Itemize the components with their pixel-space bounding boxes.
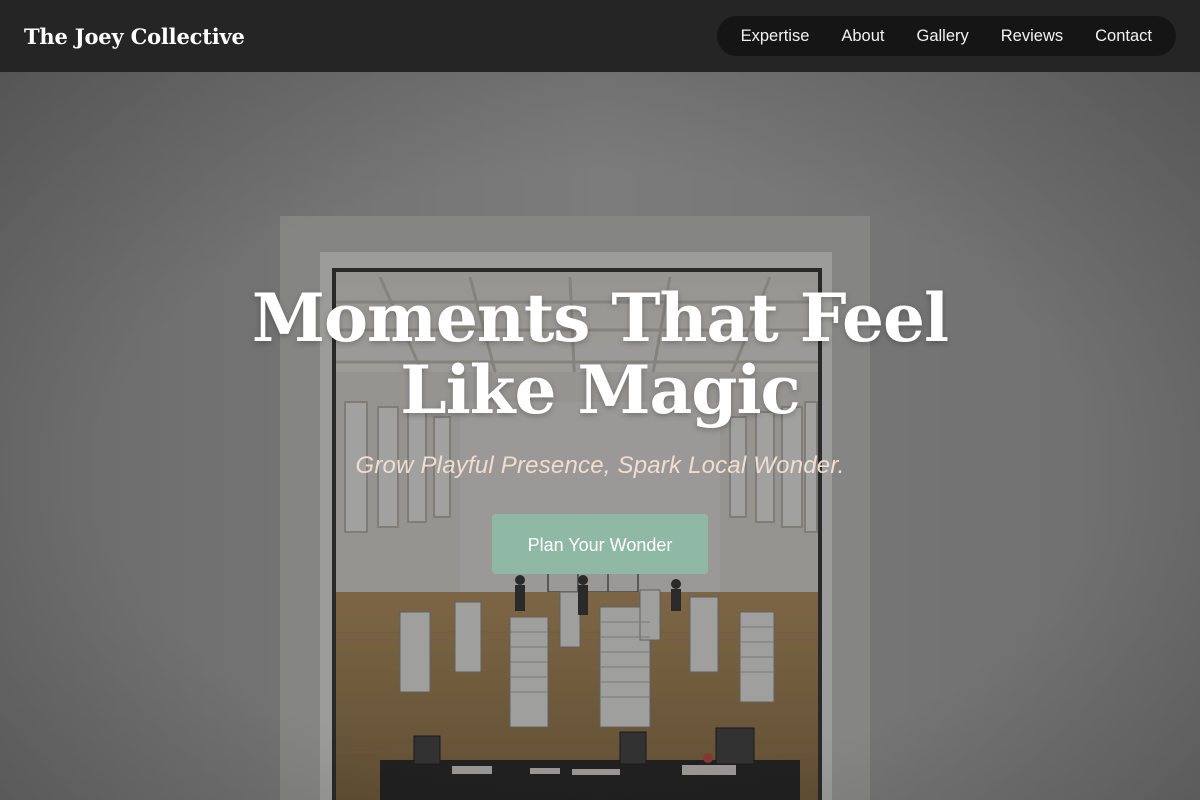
nav-link-about[interactable]: About [825,16,900,56]
main-nav: Expertise About Gallery Reviews Contact [716,16,1176,56]
nav-link-reviews[interactable]: Reviews [985,16,1079,56]
nav-link-gallery[interactable]: Gallery [901,16,985,56]
hero-subtitle: Grow Playful Presence, Spark Local Wonde… [355,452,845,479]
plan-your-wonder-button[interactable]: Plan Your Wonder [492,514,708,574]
nav-link-contact[interactable]: Contact [1079,16,1168,56]
hero-content: Moments That Feel Like Magic Grow Playfu… [0,282,1200,574]
site-header: The Joey Collective Expertise About Gall… [0,0,1200,72]
hero-title-line-2: Like Magic [400,351,800,429]
hero-title-line-1: Moments That Feel [251,279,949,357]
hero-title: Moments That Feel Like Magic [250,282,950,426]
nav-link-expertise[interactable]: Expertise [725,16,826,56]
hero-section: Moments That Feel Like Magic Grow Playfu… [0,72,1200,800]
brand-logo[interactable]: The Joey Collective [24,24,245,49]
